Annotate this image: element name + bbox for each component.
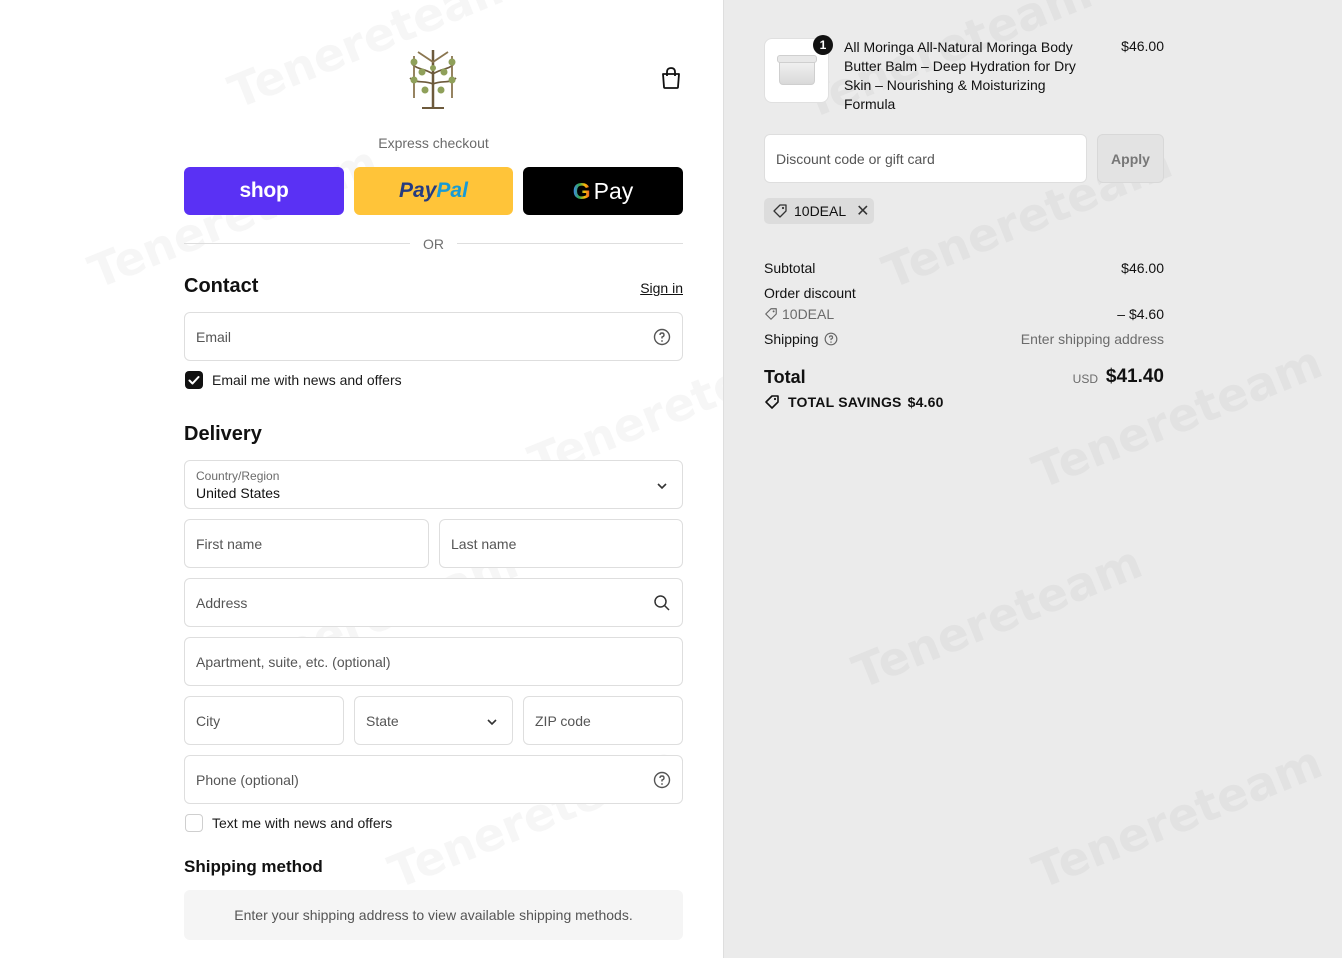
state-select[interactable]: State [354,696,513,745]
apartment-placeholder: Apartment, suite, etc. (optional) [196,654,391,670]
email-news-checkbox[interactable] [185,371,203,389]
checkout-form-pane: Tenereteam Tenereteam Tenereteam Teneret… [0,0,723,958]
shop-pay-label: shop [239,179,289,202]
help-circle-icon[interactable] [824,332,838,346]
watermark: Tenereteam [221,0,525,119]
help-circle-icon[interactable] [653,771,671,789]
total-label: Total [764,367,806,387]
savings-label: TOTAL SAVINGS [788,394,902,410]
tag-icon [765,308,777,320]
apartment-field[interactable]: Apartment, suite, etc. (optional) [184,637,683,686]
delivery-heading: Delivery [184,423,262,445]
store-logo[interactable] [400,44,466,114]
watermark: Tenereteam [845,535,1149,700]
order-discount-label: Order discount [764,285,856,301]
chevron-down-icon [653,477,671,495]
google-pay-button[interactable]: G Pay [523,167,683,215]
email-placeholder: Email [196,329,232,345]
currency-code: USD [1072,372,1098,386]
shipping-row: Shipping [764,331,838,347]
shopping-bag-icon[interactable] [660,66,682,90]
applied-code-text: 10DEAL [794,203,847,219]
express-checkout-label: Express checkout [378,135,489,151]
tag-icon [773,204,787,218]
shipping-label: Shipping [764,331,819,347]
total-value: $41.40 [1105,366,1164,387]
discount-code-row: 10DEAL [764,306,834,322]
or-divider-label: OR [423,236,444,252]
shop-pay-button[interactable]: shop [184,167,344,215]
applied-code-chip: 10DEAL ✕ [764,198,874,224]
email-field[interactable]: Email [184,312,683,361]
discount-placeholder: Discount code or gift card [776,151,935,167]
watermark: Tenereteam [1025,735,1329,900]
apply-discount-button[interactable]: Apply [1097,134,1164,183]
tag-icon [765,395,779,409]
zip-field[interactable]: ZIP code [523,696,683,745]
paypal-button[interactable]: Pay Pal [354,167,513,215]
product-name: All Moringa All-Natural Moringa Body But… [844,39,1076,112]
discount-code-input[interactable]: Discount code or gift card [764,134,1087,183]
country-value: United States [196,485,281,501]
phone-placeholder: Phone (optional) [196,772,299,788]
google-pay-label: Pay [593,177,634,204]
checkmark-icon [188,376,200,385]
phone-field[interactable]: Phone (optional) [184,755,683,804]
product-price: $46.00 [1121,38,1164,54]
savings-value: $4.60 [907,394,944,410]
address-placeholder: Address [196,595,248,611]
shipping-value: Enter shipping address [1020,331,1164,347]
last-name-field[interactable]: Last name [439,519,683,568]
city-field[interactable]: City [184,696,344,745]
last-name-placeholder: Last name [451,536,517,552]
shipping-method-notice: Enter your shipping address to view avai… [184,890,683,940]
chevron-down-icon [483,713,501,731]
google-g-icon: G [572,177,591,204]
text-news-checkbox[interactable] [185,814,203,832]
contact-heading: Contact [184,275,259,297]
paypal-label-part2: Pal [436,179,468,202]
watermark: Tenereteam [1025,335,1329,500]
discount-value: – $4.60 [1117,306,1164,322]
zip-placeholder: ZIP code [535,713,591,729]
total-savings: TOTAL SAVINGS $4.60 [764,394,944,410]
shipping-method-message: Enter your shipping address to view avai… [234,907,633,923]
country-label: Country/Region [196,469,280,483]
email-news-label: Email me with news and offers [212,372,402,388]
discount-code-text: 10DEAL [782,306,835,322]
text-news-label: Text me with news and offers [212,815,393,831]
first-name-field[interactable]: First name [184,519,429,568]
search-icon [653,594,671,612]
paypal-label-part1: Pay [399,179,437,202]
city-placeholder: City [196,713,221,729]
sign-in-link[interactable]: Sign in [600,280,683,296]
product-jar-lid [777,55,817,63]
remove-code-icon[interactable]: ✕ [856,201,869,221]
state-placeholder: State [366,713,399,729]
shipping-method-heading: Shipping method [184,857,323,876]
address-field[interactable]: Address [184,578,683,627]
country-select[interactable]: Country/Region United States [184,460,683,509]
quantity-badge: 1 [813,35,833,55]
subtotal-label: Subtotal [764,260,816,276]
subtotal-value: $46.00 [1121,260,1164,276]
first-name-placeholder: First name [196,536,263,552]
help-circle-icon[interactable] [653,328,671,346]
